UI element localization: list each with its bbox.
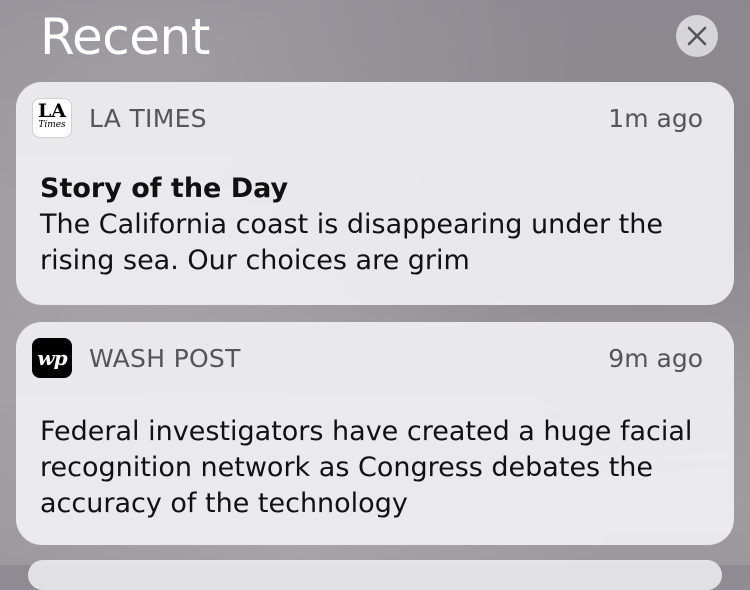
notification-body: Federal investigators have created a hug…	[16, 394, 734, 522]
timestamp: 1m ago	[608, 104, 703, 133]
la-times-logo: LA Times	[32, 98, 72, 138]
wash-post-logo: wp	[32, 338, 72, 378]
notification-text: The California coast is disappearing und…	[40, 209, 663, 276]
close-icon	[687, 26, 707, 46]
notification-text: Federal investigators have created a hug…	[40, 416, 693, 519]
notification-header: LA Times LA TIMES 1m ago	[16, 82, 734, 154]
clear-all-button[interactable]	[676, 15, 718, 57]
notification-card-la-times[interactable]: LA Times LA TIMES 1m ago Story of the Da…	[16, 82, 734, 305]
notification-header: wp WASH POST 9m ago	[16, 322, 734, 394]
notification-title: Story of the Day	[40, 173, 289, 204]
notification-card-wash-post[interactable]: wp WASH POST 9m ago Federal investigator…	[16, 322, 734, 545]
app-name: LA TIMES	[89, 104, 207, 133]
page-title: Recent	[40, 8, 210, 66]
timestamp: 9m ago	[608, 344, 703, 373]
notification-body: Story of the Day The California coast is…	[16, 154, 734, 279]
app-name: WASH POST	[89, 344, 241, 373]
